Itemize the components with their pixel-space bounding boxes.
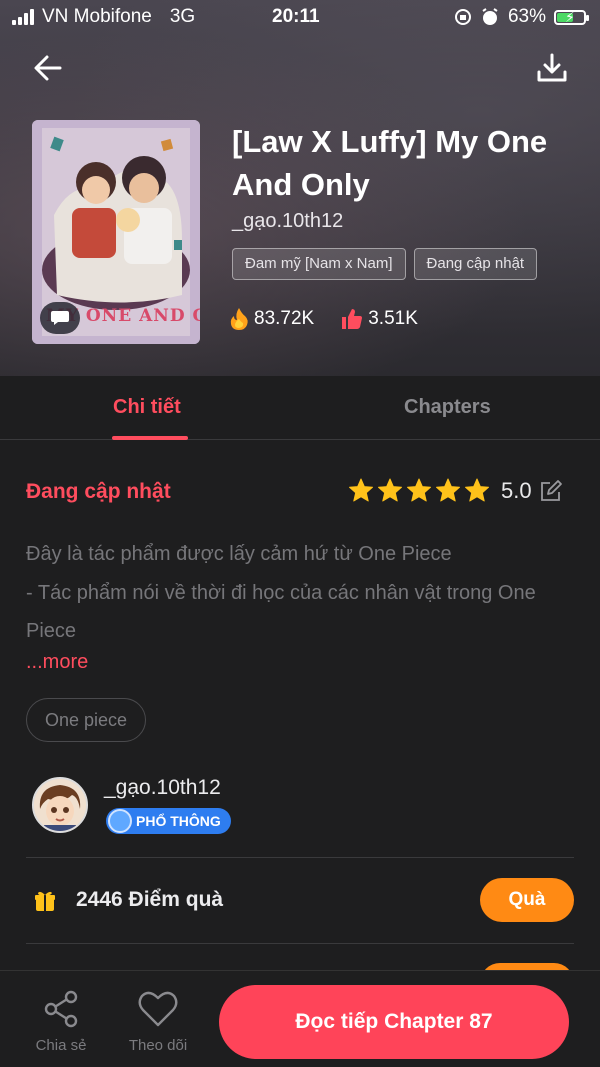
tab-chapters[interactable]: Chapters (404, 396, 491, 419)
divider (26, 943, 574, 944)
carrier-name: VN Mobifone (42, 6, 152, 27)
bottom-action-bar: Chia sẻ Theo dõi Đọc tiếp Chapter 87 (0, 970, 600, 1067)
book-cover[interactable]: MY ONE AND ONLY (32, 120, 200, 344)
likes-stat: 3.51K (340, 307, 418, 331)
star-icon[interactable] (348, 478, 374, 504)
gift-points: 2446 Điểm quà (76, 888, 224, 911)
alarm-icon (482, 8, 498, 25)
book-author[interactable]: _gạo.10th12 (232, 210, 343, 233)
orientation-lock-icon (454, 9, 471, 25)
book-stats: 83.72K 3.51K (228, 307, 418, 331)
avatar[interactable] (32, 777, 88, 833)
share-icon (44, 990, 78, 1028)
book-description: Đây là tác phẩm được lấy cảm hứ từ One P… (26, 535, 574, 651)
thumbs-up-icon (342, 309, 363, 329)
divider (26, 857, 574, 858)
back-arrow-icon[interactable] (30, 50, 66, 86)
rank-badge: PHỔ THÔNG (106, 808, 231, 834)
status-bar: VN Mobifone 3G 20:11 63% ⚡ (0, 0, 600, 34)
network-type: 3G (169, 6, 196, 27)
rank-label: PHỔ THÔNG (136, 813, 221, 829)
water-drop-icon (108, 809, 132, 833)
share-button[interactable]: Chia sẻ (21, 987, 101, 1054)
author-name[interactable]: _gạo.10th12 (104, 776, 221, 800)
download-icon[interactable] (534, 50, 570, 86)
rating-value: 5.0 (501, 478, 532, 503)
tag-genre[interactable]: Đam mỹ [Nam x Nam] (232, 248, 406, 280)
gift-points-row: 2446 Điểm quà Quà (0, 870, 600, 930)
author-profile[interactable]: _gạo.10th12 PHỔ THÔNG (0, 770, 600, 856)
star-icon[interactable] (406, 478, 432, 504)
description-line: Đây là tác phẩm được lấy cảm hứ từ One P… (26, 543, 452, 565)
heart-icon (138, 991, 178, 1027)
star-icon[interactable] (435, 478, 461, 504)
publication-status: Đang cập nhật (26, 480, 171, 503)
topic-chip[interactable]: One piece (26, 698, 147, 742)
tag-status[interactable]: Đang cập nhật (413, 248, 538, 280)
gift-button[interactable]: Quà (480, 878, 574, 922)
share-label: Chia sẻ (35, 1037, 87, 1054)
read-more-link[interactable]: ...more (26, 651, 88, 674)
active-tab-indicator (112, 436, 188, 440)
signal-icon (12, 9, 34, 25)
tab-details[interactable]: Chi tiết (113, 396, 181, 419)
follow-button[interactable]: Theo dõi (118, 987, 198, 1054)
battery-percent: 63% (507, 6, 546, 27)
tab-bar: Chi tiết Chapters (0, 376, 600, 440)
status-time: 20:11 (272, 6, 320, 27)
star-rating (348, 478, 490, 504)
likes-count: 3.51K (368, 308, 418, 329)
star-icon[interactable] (464, 478, 490, 504)
book-title: [Law X Luffy] My One And Only (232, 124, 548, 202)
book-header: VN Mobifone 3G 20:11 63% ⚡ ONE AND [Law … (0, 0, 600, 376)
views-stat: 83.72K (228, 307, 314, 331)
description-line: - Tác phẩm nói về thời đi học của các nh… (26, 581, 536, 643)
genre-tags: Đam mỹ [Nam x Nam] Đang cập nhật (232, 248, 538, 280)
star-icon[interactable] (377, 478, 403, 504)
follow-label: Theo dõi (128, 1037, 188, 1054)
fire-icon (230, 308, 248, 330)
edit-rating-icon[interactable] (539, 479, 563, 503)
battery-icon: ⚡ (554, 9, 589, 25)
rating: 5.0 (348, 478, 563, 504)
continue-reading-button[interactable]: Đọc tiếp Chapter 87 (219, 985, 569, 1059)
comment-bubble-icon[interactable] (40, 302, 80, 334)
views-count: 83.72K (254, 308, 315, 329)
gift-icon (35, 891, 55, 911)
